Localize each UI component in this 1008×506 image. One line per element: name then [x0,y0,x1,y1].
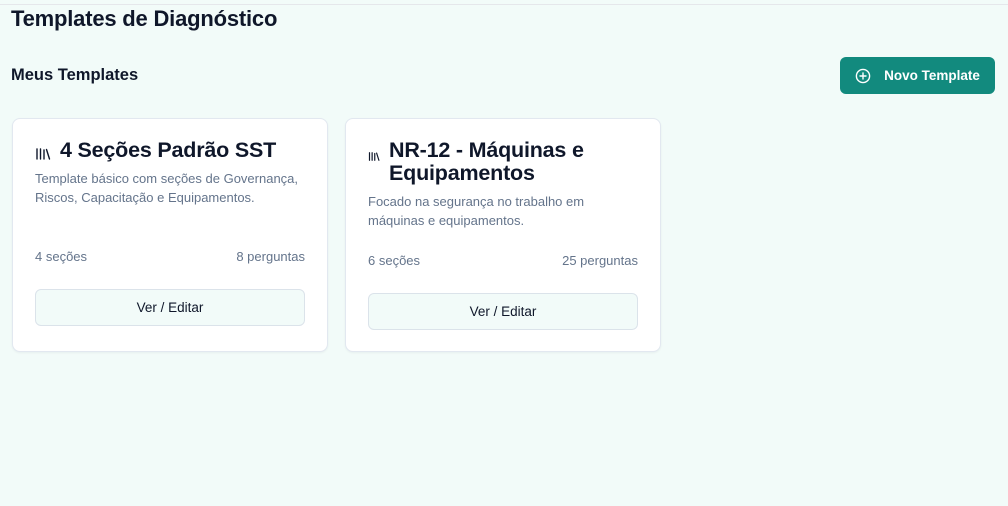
library-icon [368,152,380,161]
template-card: NR-12 - Máquinas e Equipamentos Focado n… [345,118,661,352]
card-meta: 6 seções 25 perguntas [368,252,638,270]
view-edit-button[interactable]: Ver / Editar [35,289,305,326]
card-header: 4 Seções Padrão SST [35,139,305,162]
card-description: Template básico com seções de Governança… [35,171,299,205]
new-template-label: Novo Template [884,68,980,83]
card-title: 4 Seções Padrão SST [60,138,277,162]
view-edit-button[interactable]: Ver / Editar [368,293,638,330]
template-card: 4 Seções Padrão SST Template básico com … [12,118,328,352]
section-count: 4 seções [35,249,88,264]
section-title: Meus Templates [11,66,139,84]
question-count: 25 perguntas [562,253,638,268]
new-template-button[interactable]: Novo Template [840,57,995,94]
page-title: Templates de Diagnóstico [11,6,278,31]
section-count: 6 seções [368,253,421,268]
plus-circle-icon [855,68,871,83]
card-meta: 4 seções 8 perguntas [35,248,305,266]
card-title: NR-12 - Máquinas e Equipamentos [389,138,584,185]
card-header: NR-12 - Máquinas e Equipamentos [368,139,638,185]
library-icon [36,148,51,160]
card-description: Focado na segurança no trabalho em máqui… [368,194,585,228]
question-count: 8 perguntas [236,249,305,264]
